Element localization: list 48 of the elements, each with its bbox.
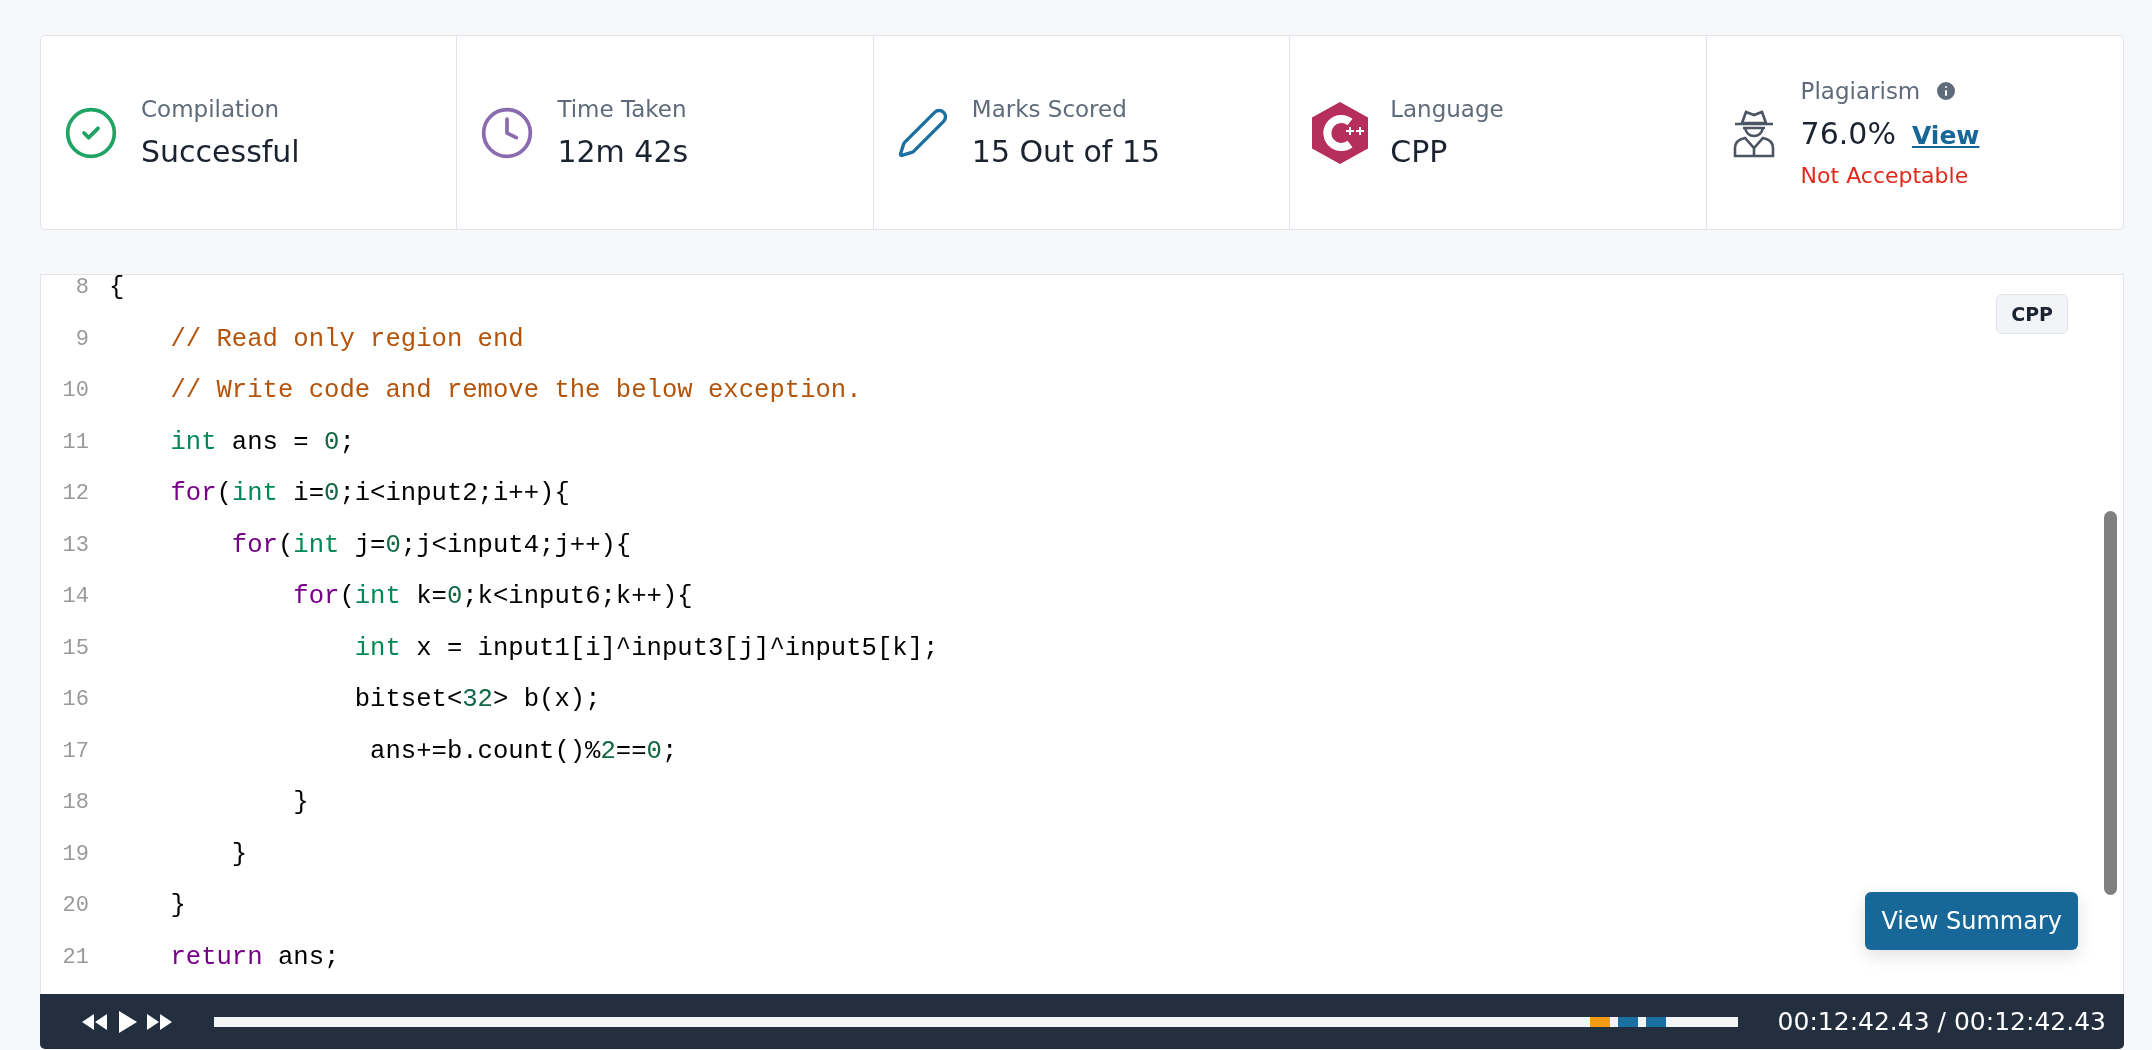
line-number: 10 xyxy=(61,378,90,404)
code-line: // Write code and remove the below exception. xyxy=(169,376,862,406)
code-line: int x = input1[i]^input3[j]^input5[k]; xyxy=(353,633,939,663)
stat-label: Marks Scored xyxy=(971,96,1128,122)
stat-value: 15 Out of 15 xyxy=(971,134,1161,169)
stat-value: Successful xyxy=(141,134,300,169)
code-line: for(int j=0;j<input4;j++){ xyxy=(230,530,632,560)
line-number: 11 xyxy=(61,429,90,455)
code-line: } xyxy=(169,891,186,921)
line-number: 9 xyxy=(74,326,90,352)
line-number: 13 xyxy=(61,532,90,558)
line-number: 15 xyxy=(61,635,90,661)
stat-label: Language xyxy=(1390,96,1504,122)
fast-forward-icon[interactable] xyxy=(146,1011,174,1032)
line-number: 20 xyxy=(61,893,90,919)
view-link[interactable]: View xyxy=(1911,120,1980,150)
rewind-icon[interactable] xyxy=(80,1011,108,1032)
code-line: bitset<32> b(x); xyxy=(353,685,601,715)
code-line: int ans = 0; xyxy=(169,427,355,457)
view-summary-button[interactable]: View Summary xyxy=(1865,892,2078,950)
line-number: 16 xyxy=(61,687,90,713)
stat-value: CPP xyxy=(1390,134,1449,169)
status-text: Not Acceptable xyxy=(1800,162,1970,188)
progress-track[interactable] xyxy=(214,1016,1738,1027)
stat-label: Plagiarism xyxy=(1800,77,1921,104)
line-number: 8 xyxy=(74,275,90,301)
language-badge: CPP xyxy=(1996,294,2068,334)
stat-value: 12m 42s xyxy=(557,134,689,169)
line-number: 19 xyxy=(61,841,90,867)
code-line: return ans; xyxy=(169,942,340,972)
stat-value: 76.0% xyxy=(1800,115,1896,151)
line-number: 18 xyxy=(61,790,90,816)
code-line: for(int k=0;k<input6;k++){ xyxy=(292,582,693,612)
line-number: 21 xyxy=(61,944,90,970)
line-number: 12 xyxy=(61,481,90,507)
stat-label: Compilation xyxy=(141,96,281,122)
code-line: { xyxy=(109,275,125,303)
time-display: 00:12:42.43 / 00:12:42.43 xyxy=(1777,1007,2106,1036)
code-line: for(int i=0;i<input2;i++){ xyxy=(169,479,570,509)
line-number: 17 xyxy=(61,738,90,764)
code-line: // Read only region end xyxy=(169,324,524,354)
code-line: } xyxy=(230,839,248,869)
code-line: ans+=b.count()%2==0; xyxy=(369,736,678,766)
hexagon-logo-icon xyxy=(1312,101,1369,164)
line-number: 14 xyxy=(61,584,90,610)
code-line: } xyxy=(292,788,309,818)
scrollbar-thumb[interactable] xyxy=(2104,511,2117,895)
stat-label: Time Taken xyxy=(557,96,688,122)
